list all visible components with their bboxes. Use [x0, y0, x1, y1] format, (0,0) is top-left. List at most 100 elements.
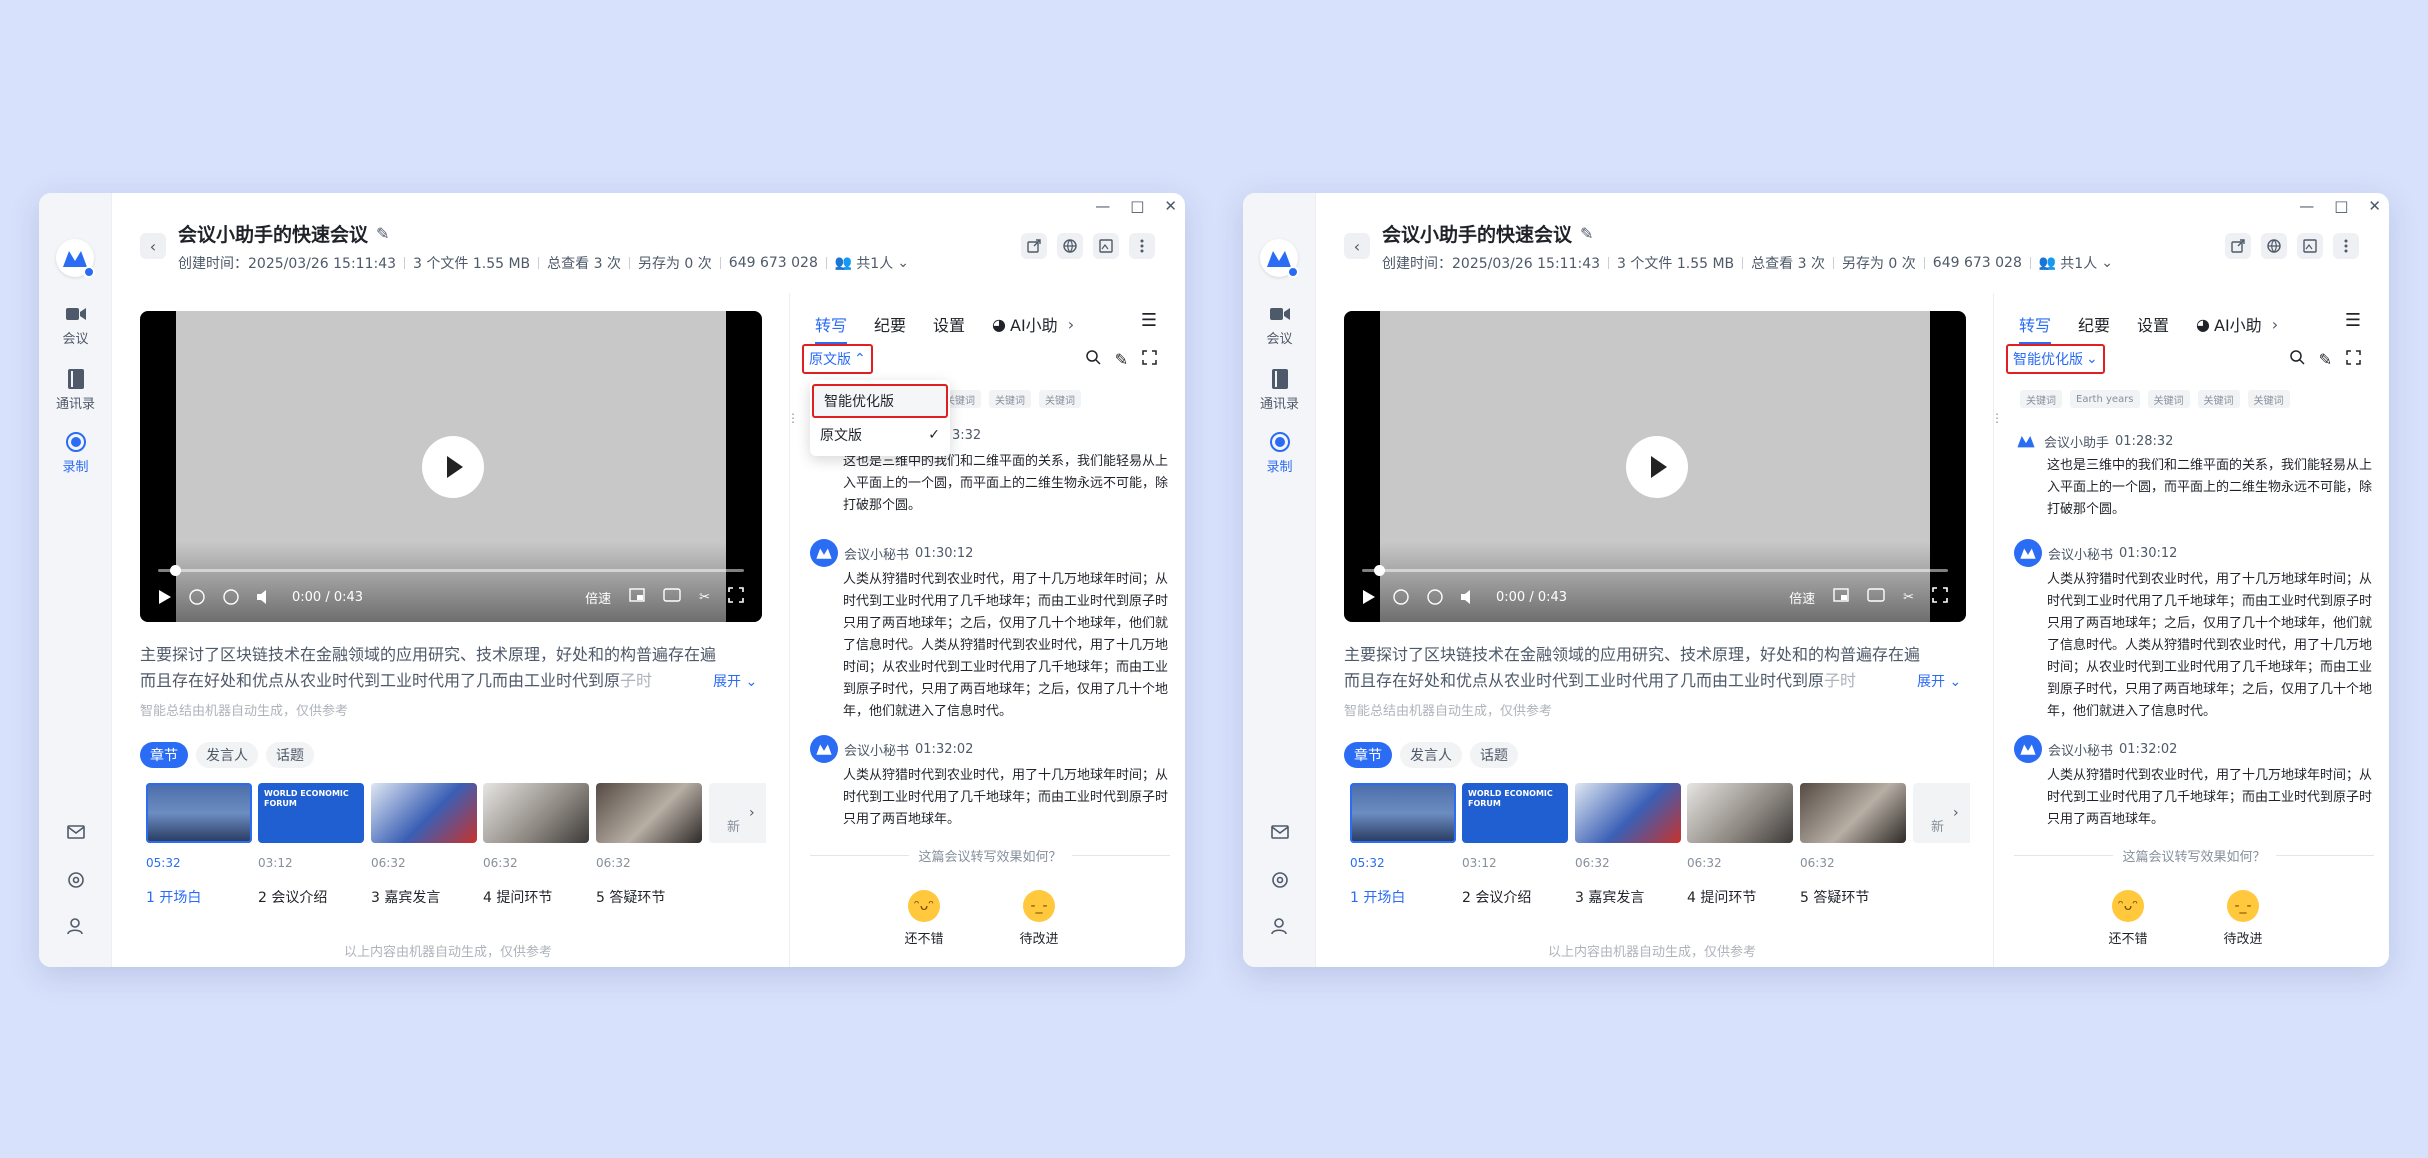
chevron-right-icon[interactable]: › — [1068, 315, 1074, 334]
scan-icon[interactable] — [2346, 350, 2361, 369]
chapter-name[interactable]: 1 开场白 — [1350, 887, 1405, 907]
chapter-name[interactable]: 4 提问环节 — [483, 887, 552, 907]
feedback-good-button[interactable]: ᵔᴗᵔ 还不错 — [894, 890, 954, 947]
minimize-icon[interactable]: — — [2299, 197, 2314, 215]
share-dropdown[interactable]: 👥 共1人 ⌄ — [835, 253, 909, 273]
user-icon[interactable] — [39, 917, 112, 935]
nav-meeting[interactable]: 会议 — [1243, 303, 1316, 347]
chapter-thumb[interactable] — [1687, 783, 1793, 843]
app-logo[interactable] — [56, 239, 95, 278]
play-icon[interactable] — [1362, 589, 1376, 605]
fullscreen-icon[interactable] — [728, 587, 744, 607]
edit-icon[interactable]: ✎ — [2319, 350, 2332, 369]
app-logo[interactable] — [1260, 239, 1299, 278]
chapter-thumb-more[interactable]: 新 — [1913, 783, 1970, 843]
settings-gear-icon[interactable] — [1243, 871, 1316, 889]
chapter-thumb[interactable]: WORLD ECONOMIC FORUM — [258, 783, 364, 843]
close-icon[interactable]: ✕ — [1164, 197, 1177, 215]
nav-contacts[interactable]: 通讯录 — [39, 368, 112, 412]
back-button[interactable]: ‹ — [140, 233, 166, 259]
rewind-icon[interactable] — [1392, 588, 1410, 606]
speed-button[interactable]: 倍速 — [585, 588, 611, 607]
more-vertical-icon[interactable] — [2333, 233, 2359, 259]
tab-speakers[interactable]: 发言人 — [1400, 742, 1462, 768]
chapter-name[interactable]: 3 嘉宾发言 — [1575, 887, 1644, 907]
chapter-name[interactable]: 4 提问环节 — [1687, 887, 1756, 907]
edit-icon[interactable]: ✎ — [1115, 350, 1128, 369]
nav-contacts[interactable]: 通讯录 — [1243, 368, 1316, 412]
video-player[interactable]: 0:00 / 0:43 倍速 ✂ — [140, 311, 762, 622]
tab-speakers[interactable]: 发言人 — [196, 742, 258, 768]
chapter-name[interactable]: 5 答疑环节 — [596, 887, 665, 907]
scan-icon[interactable] — [1142, 350, 1157, 369]
tab-ai-assistant[interactable]: ◕ AI小助 — [2196, 312, 2262, 336]
keyword-tag[interactable]: 关键词 — [2147, 390, 2190, 408]
collapse-panel-icon[interactable]: ☰ — [2345, 310, 2361, 331]
tab-transcribe[interactable]: 转写 — [2019, 312, 2052, 344]
rewind-icon[interactable] — [188, 588, 206, 606]
clip-scissors-icon[interactable]: ✂ — [699, 590, 710, 605]
search-icon[interactable] — [1085, 350, 1101, 369]
tab-minutes[interactable]: 纪要 — [2078, 312, 2110, 336]
pip-icon[interactable] — [1833, 588, 1849, 606]
keyword-tag[interactable]: 关键词 — [2197, 390, 2240, 408]
progress-bar[interactable] — [1362, 565, 1948, 576]
translate-image-icon[interactable] — [2297, 233, 2323, 259]
play-icon[interactable] — [158, 589, 172, 605]
tab-topics[interactable]: 话题 — [1470, 742, 1518, 768]
drag-handle-icon[interactable]: ⋮ — [787, 411, 799, 425]
chevron-right-icon[interactable]: › — [1953, 805, 1959, 821]
feedback-good-button[interactable]: ᵔᴗᵔ 还不错 — [2098, 890, 2158, 947]
close-icon[interactable]: ✕ — [2368, 197, 2381, 215]
tab-transcribe[interactable]: 转写 — [815, 312, 848, 344]
search-icon[interactable] — [2289, 350, 2305, 369]
speed-button[interactable]: 倍速 — [1789, 588, 1815, 607]
expand-button[interactable]: 展开 ⌄ — [1917, 671, 1961, 691]
globe-icon[interactable] — [2261, 233, 2287, 259]
video-player[interactable]: 0:00 / 0:43 倍速 ✂ — [1344, 311, 1966, 622]
progress-knob[interactable] — [1373, 565, 1385, 576]
chapter-thumb[interactable] — [596, 783, 702, 843]
keyword-tag[interactable]: 关键词 — [1039, 390, 1081, 408]
tab-minutes[interactable]: 纪要 — [874, 312, 906, 336]
chapter-thumb[interactable]: WORLD ECONOMIC FORUM — [1462, 783, 1568, 843]
chapter-thumb[interactable] — [146, 783, 252, 843]
tab-ai-assistant[interactable]: ◕ AI小助 — [992, 312, 1058, 336]
chapter-name[interactable]: 2 会议介绍 — [258, 887, 327, 907]
open-external-icon[interactable] — [1021, 233, 1047, 259]
progress-bar[interactable] — [158, 565, 744, 576]
tab-chapters[interactable]: 章节 — [1344, 742, 1392, 768]
maximize-icon[interactable]: □ — [2334, 197, 2348, 215]
play-button[interactable] — [1626, 436, 1688, 498]
play-button[interactable] — [422, 436, 484, 498]
tab-topics[interactable]: 话题 — [266, 742, 314, 768]
tab-chapters[interactable]: 章节 — [140, 742, 188, 768]
globe-icon[interactable] — [1057, 233, 1083, 259]
keyword-tag[interactable]: 关键词 — [2247, 390, 2290, 408]
mail-icon[interactable] — [1243, 825, 1316, 839]
chapter-thumb[interactable] — [1575, 783, 1681, 843]
option-smart-version[interactable]: 智能优化版 — [812, 384, 948, 418]
keyword-tag[interactable]: 关键词 — [989, 390, 1031, 408]
keyword-tag[interactable]: Earth years — [2070, 390, 2140, 408]
volume-icon[interactable] — [256, 589, 274, 605]
minimize-icon[interactable]: — — [1095, 197, 1110, 215]
nav-record[interactable]: 录制 — [1243, 431, 1316, 475]
progress-knob[interactable] — [169, 565, 181, 576]
drag-handle-icon[interactable]: ⋮ — [1991, 411, 2003, 425]
version-select[interactable]: 智能优化版 ⌄ — [2006, 344, 2105, 374]
fullscreen-icon[interactable] — [1932, 587, 1948, 607]
edit-title-icon[interactable]: ✎ — [1580, 224, 1593, 243]
forward-icon[interactable] — [222, 588, 240, 606]
chapter-thumb[interactable] — [1800, 783, 1906, 843]
settings-gear-icon[interactable] — [39, 871, 112, 889]
chevron-right-icon[interactable]: › — [749, 805, 755, 821]
share-dropdown[interactable]: 👥 共1人 ⌄ — [2039, 253, 2113, 273]
chapter-thumb[interactable] — [371, 783, 477, 843]
expand-button[interactable]: 展开 ⌄ — [713, 671, 757, 691]
option-original-version[interactable]: 原文版 ✓ — [810, 418, 950, 452]
nav-record[interactable]: 录制 — [39, 431, 112, 475]
chapter-name[interactable]: 2 会议介绍 — [1462, 887, 1531, 907]
pip-icon[interactable] — [629, 588, 645, 606]
volume-icon[interactable] — [1460, 589, 1478, 605]
